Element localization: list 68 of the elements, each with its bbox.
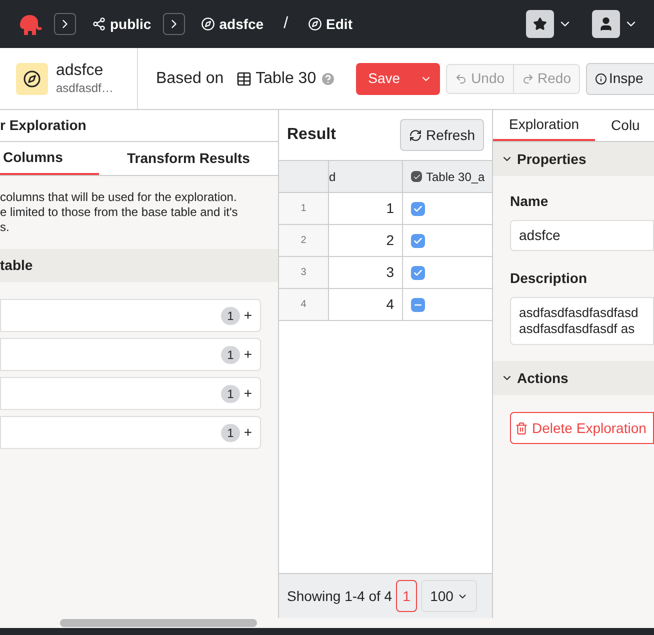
name-field[interactable]: adsfce — [510, 220, 654, 251]
checkbox-icon — [411, 171, 422, 182]
section-header: table — [0, 249, 278, 282]
chevron-box-icon — [163, 13, 186, 35]
help-text: columns that will be used for the exploration. e limited to those from the base table and it's s. — [0, 189, 239, 236]
redo-icon — [522, 72, 534, 84]
help-icon — [320, 70, 336, 86]
column-row[interactable]: 1 + — [0, 377, 261, 410]
inspect-button[interactable]: Inspe — [586, 62, 654, 94]
count-badge: 1 — [221, 384, 240, 402]
field-label: Name — [510, 192, 550, 211]
pagination-summary: Showing 1-4 of 4 — [287, 586, 392, 606]
delete-button[interactable]: Delete Exploration — [510, 412, 654, 444]
column-row[interactable]: 1 + — [0, 338, 261, 371]
star-icon — [533, 17, 547, 31]
count-badge: 1 — [221, 346, 240, 364]
add-button[interactable]: + — [244, 383, 252, 404]
add-button[interactable]: + — [244, 305, 252, 326]
user-button[interactable] — [592, 10, 620, 38]
schema-icon — [92, 17, 106, 31]
table-cell: 2 — [329, 225, 403, 256]
table-icon — [236, 70, 252, 86]
breadcrumb-link[interactable]: adsfce — [219, 14, 264, 34]
user-icon — [598, 16, 614, 32]
panel-tab[interactable]: Columns — [0, 142, 99, 175]
separator: / — [284, 14, 288, 34]
exploration-title: adsfce — [56, 61, 104, 81]
compass-icon — [308, 17, 322, 31]
count-badge: 1 — [221, 424, 240, 442]
field-label: Description — [510, 269, 588, 288]
page-size-select[interactable]: 100 — [421, 580, 478, 612]
exploration-subtitle: asdfasdf… — [56, 81, 114, 96]
info-icon — [595, 72, 607, 84]
row-number: 2 — [279, 225, 329, 256]
section-header[interactable]: Actions — [493, 361, 654, 395]
scrollbar-thumb[interactable] — [60, 619, 257, 627]
column-row[interactable]: 1 + — [0, 299, 261, 332]
compass-icon — [201, 17, 216, 31]
panel-tab[interactable]: Colu — [595, 110, 654, 141]
column-header[interactable]: Table 30_a — [403, 161, 492, 192]
column-header[interactable]: d — [329, 161, 403, 192]
section-header[interactable]: Properties — [493, 142, 654, 176]
based-on-label: Based on — [156, 68, 224, 88]
table-cell: 3 — [329, 257, 403, 288]
add-button[interactable]: + — [244, 422, 252, 443]
base-table-link[interactable]: Table 30 — [256, 66, 316, 90]
save-button[interactable]: Save — [356, 62, 440, 94]
table-cell: 1 — [329, 193, 403, 224]
refresh-icon — [408, 128, 422, 142]
trash-icon — [515, 422, 528, 434]
panel-title: r Exploration — [0, 110, 278, 142]
row-number: 4 — [279, 289, 329, 320]
compass-icon — [16, 62, 48, 94]
table-cell: 4 — [329, 289, 403, 320]
breadcrumb-link[interactable]: public — [110, 14, 152, 34]
row-number: 3 — [279, 257, 329, 288]
row-number: 1 — [279, 193, 329, 224]
refresh-button[interactable]: Refresh — [400, 119, 484, 151]
description-field[interactable]: asdfasdfasdfasdfasd asdfasdfasdfasdf as — [510, 297, 654, 345]
panel-tab[interactable]: Transform Results — [99, 142, 278, 175]
count-badge: 1 — [221, 306, 240, 324]
breadcrumb-link[interactable]: Edit — [326, 14, 352, 34]
favorite-button[interactable] — [526, 10, 554, 38]
result-title: Result — [287, 125, 336, 145]
add-button[interactable]: + — [244, 344, 252, 365]
chevron-box-icon — [54, 13, 76, 35]
undo-icon — [455, 72, 468, 84]
column-row[interactable]: 1 + — [0, 416, 261, 449]
